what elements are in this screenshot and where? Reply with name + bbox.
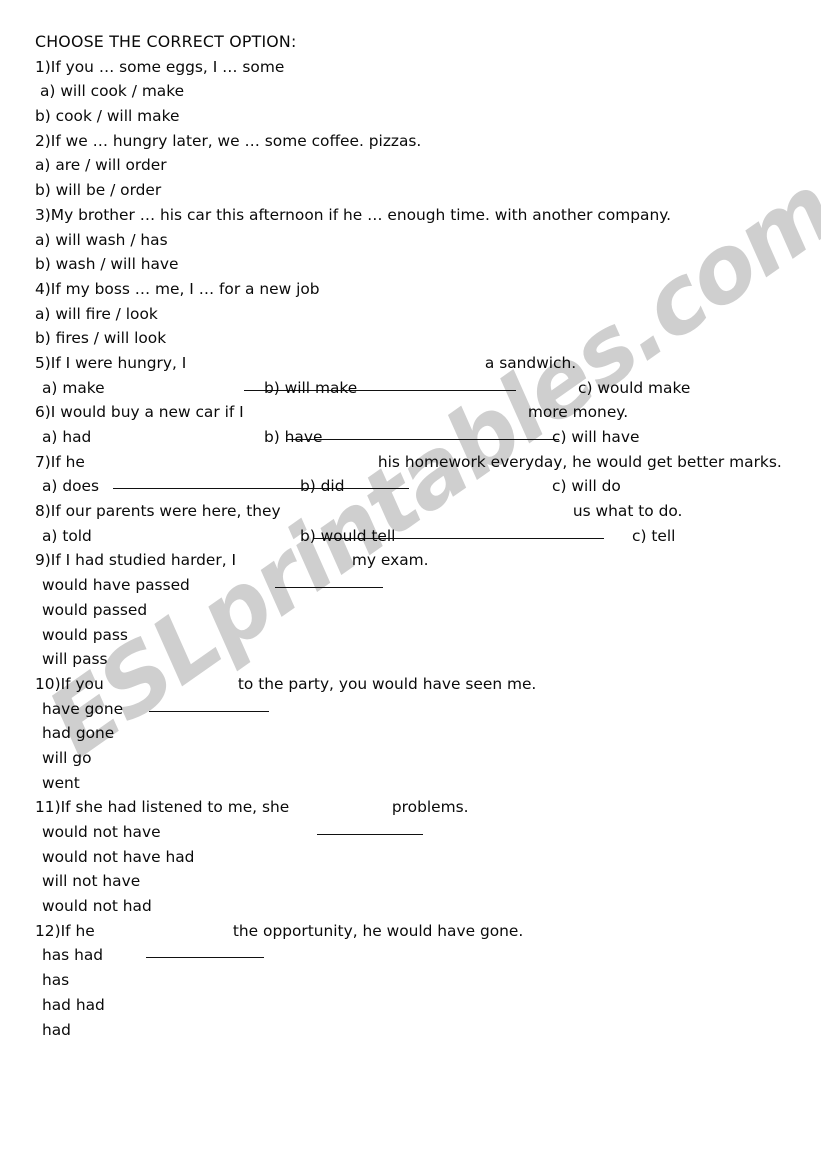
option-12-2[interactable]: has <box>0 968 821 993</box>
option-11-2[interactable]: would not have had <box>0 845 821 870</box>
option-label-3-a: a) will wash / has <box>35 230 168 249</box>
question-text-6-after: more money. <box>523 403 629 422</box>
option-4-a[interactable]: a) will fire / look <box>0 302 821 327</box>
option-label-4-a: a) will fire / look <box>35 304 158 323</box>
option-11-4[interactable]: would not had <box>0 894 821 919</box>
option-7-b[interactable]: b) did <box>300 474 344 499</box>
question-prompt-5: 5)If I were hungry, I a sandwich. <box>0 351 821 391</box>
option-label-1-b: b) cook / will make <box>35 107 180 126</box>
option-9-3[interactable]: would pass <box>0 623 821 648</box>
question-text-7-after: his homework everyday, he would get bett… <box>373 452 782 471</box>
option-1-b[interactable]: b) cook / will make <box>0 104 821 129</box>
question-text-9-before: 9)If I had studied harder, I <box>35 551 241 570</box>
option-label-11-3: will not have <box>42 872 141 891</box>
question-prompt-7: 7)If he his homework everyday, he would … <box>0 450 821 490</box>
option-label-2-b: b) will be / order <box>35 181 162 200</box>
option-10-1[interactable]: have gone <box>0 697 821 722</box>
question-text-4: 4)If my boss … me, I … for a new job <box>35 279 320 298</box>
option-2-b[interactable]: b) will be / order <box>0 178 821 203</box>
question-prompt-2: 2)If we … hungry later, we … some coffee… <box>0 129 821 154</box>
question-prompt-10: 10)If you to the party, you would have s… <box>0 672 821 712</box>
option-label-11-2: would not have had <box>42 847 195 866</box>
question-text-10-after: to the party, you would have seen me. <box>233 674 537 693</box>
option-2-a[interactable]: a) are / will order <box>0 153 821 178</box>
question-text-1: 1)If you … some eggs, I … some <box>35 57 285 76</box>
question-text-9-after: my exam. <box>347 551 429 570</box>
option-label-4-b: b) fires / will look <box>35 329 167 348</box>
option-label-12-2: has <box>42 971 70 990</box>
option-label-9-2: would passed <box>42 600 148 619</box>
question-text-8-after: us what to do. <box>568 502 683 521</box>
question-prompt-6: 6)I would buy a new car if I more money. <box>0 400 821 441</box>
option-label-9-3: would pass <box>42 625 128 644</box>
option-9-2[interactable]: would passed <box>0 598 821 623</box>
worksheet-page: ESLprintables.com CHOOSE THE CORRECT OPT… <box>0 0 821 1161</box>
option-6-b[interactable]: b) have <box>264 425 322 450</box>
option-11-1[interactable]: would not have <box>0 820 821 845</box>
question-prompt-8: 8)If our parents were here, they us what… <box>0 499 821 539</box>
option-label-11-1: would not have <box>42 823 161 841</box>
option-7-c[interactable]: c) will do <box>552 474 621 499</box>
question-text-5-after: a sandwich. <box>480 353 577 372</box>
option-label-10-4: went <box>42 773 80 792</box>
question-text-6-before: 6)I would buy a new car if I <box>35 403 249 422</box>
question-prompt-9: 9)If I had studied harder, I my exam. <box>0 548 821 589</box>
question-text-12-after: the opportunity, he would have gone. <box>228 921 524 940</box>
question-prompt-11: 11)If she had listened to me, she proble… <box>0 795 821 836</box>
option-1-a[interactable]: a) will cook / make <box>0 79 821 104</box>
option-9-1[interactable]: would have passed <box>0 573 821 598</box>
question-text-3: 3)My brother … his car this afternoon if… <box>35 205 672 224</box>
question-text-8-before: 8)If our parents were here, they <box>35 502 286 521</box>
option-label-12-3: had had <box>42 995 105 1014</box>
question-text-5-before: 5)If I were hungry, I <box>35 353 192 372</box>
option-12-3[interactable]: had had <box>0 993 821 1018</box>
page-title: CHOOSE THE CORRECT OPTION: <box>0 30 821 55</box>
option-4-b[interactable]: b) fires / will look <box>0 326 821 351</box>
option-3-b[interactable]: b) wash / will have <box>0 252 821 277</box>
option-row-7: a) does b) did c) will do <box>0 474 821 499</box>
question-text-11-after: problems. <box>387 798 469 817</box>
option-label-2-a: a) are / will order <box>35 156 167 175</box>
option-6-c[interactable]: c) will have <box>552 425 639 450</box>
question-text-2: 2)If we … hungry later, we … some coffee… <box>35 131 422 150</box>
question-text-11-before: 11)If she had listened to me, she <box>35 798 295 817</box>
worksheet-content: CHOOSE THE CORRECT OPTION: 1)If you … so… <box>0 0 821 1042</box>
option-row-5: a) make b) will make c) would make <box>0 376 821 401</box>
option-label-9-1: would have passed <box>42 576 190 595</box>
option-5-b[interactable]: b) will make <box>264 376 357 401</box>
question-text-10-before: 10)If you <box>35 674 109 693</box>
option-label-3-b: b) wash / will have <box>35 255 179 274</box>
option-10-2[interactable]: had gone <box>0 721 821 746</box>
option-label-10-3: will go <box>42 748 92 767</box>
option-5-a[interactable]: a) make <box>42 376 105 401</box>
question-prompt-1: 1)If you … some eggs, I … some <box>0 55 821 80</box>
option-3-a[interactable]: a) will wash / has <box>0 228 821 253</box>
option-label-12-4: had <box>42 1020 71 1039</box>
option-8-c[interactable]: c) tell <box>632 524 675 549</box>
option-10-4[interactable]: went <box>0 771 821 796</box>
question-prompt-3: 3)My brother … his car this afternoon if… <box>0 203 821 228</box>
option-6-a[interactable]: a) had <box>42 425 91 450</box>
question-prompt-12: 12)If he the opportunity, he would have … <box>0 919 821 959</box>
option-label-1-a: a) will cook / make <box>40 82 185 101</box>
option-label-9-4: will pass <box>42 650 108 669</box>
option-10-3[interactable]: will go <box>0 746 821 771</box>
option-label-11-4: would not had <box>42 897 152 916</box>
option-label-12-1: has had <box>42 946 104 965</box>
option-row-8: a) told b) would tell c) tell <box>0 524 821 549</box>
option-5-c[interactable]: c) would make <box>578 376 690 401</box>
option-11-3[interactable]: will not have <box>0 869 821 894</box>
option-8-b[interactable]: b) would tell <box>300 524 395 549</box>
option-12-4[interactable]: had <box>0 1018 821 1043</box>
option-row-6: a) had b) have c) will have <box>0 425 821 450</box>
option-8-a[interactable]: a) told <box>42 524 92 549</box>
option-7-a[interactable]: a) does <box>42 474 99 499</box>
question-text-12-before: 12)If he <box>35 921 100 940</box>
option-12-1[interactable]: has had <box>0 943 821 968</box>
question-prompt-4: 4)If my boss … me, I … for a new job <box>0 277 821 302</box>
option-label-10-2: had gone <box>42 724 115 743</box>
option-9-4[interactable]: will pass <box>0 647 821 672</box>
page-title-text: CHOOSE THE CORRECT OPTION: <box>35 32 297 51</box>
option-label-10-1: have gone <box>42 699 124 718</box>
